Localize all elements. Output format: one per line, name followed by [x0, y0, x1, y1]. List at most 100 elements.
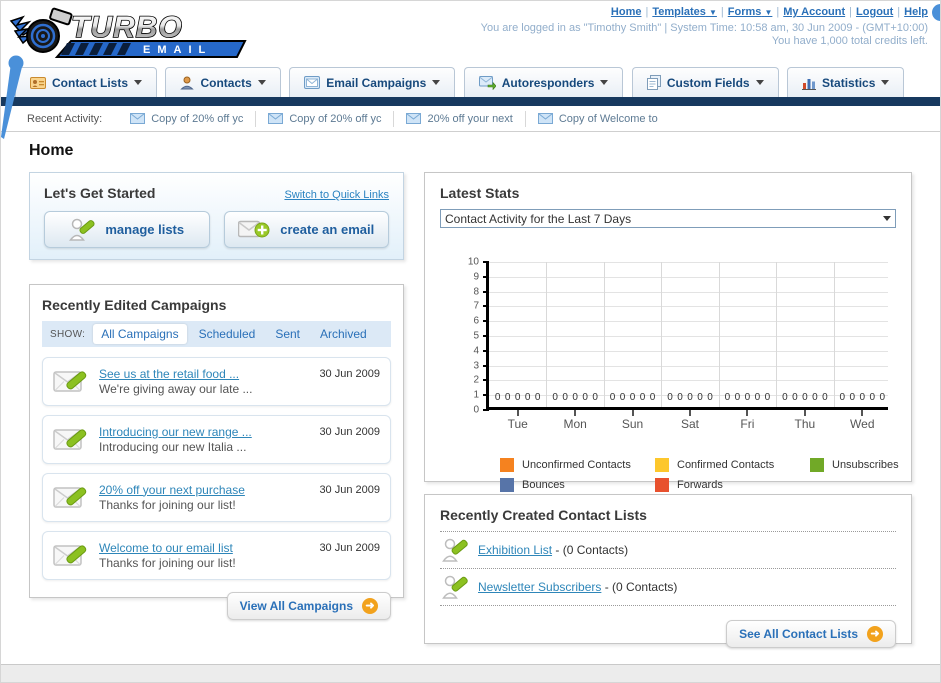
recent-activity-item[interactable]: Copy of 20% off yc [118, 110, 257, 127]
recent-activity-bar: Recent Activity: Copy of 20% off yc Copy… [1, 106, 940, 132]
contact-list-item[interactable]: Exhibition List - (0 Contacts) [440, 531, 896, 568]
page-title: Home [29, 142, 74, 159]
link-home[interactable]: Home [611, 6, 642, 18]
data-value-label: 0 [724, 392, 731, 403]
show-label: SHOW: [50, 328, 86, 340]
login-status: You are logged in as "Timothy Smith" | S… [480, 22, 928, 34]
x-day-label: Wed [850, 417, 875, 431]
chevron-down-icon [432, 80, 441, 85]
campaign-date: 30 Jun 2009 [319, 426, 380, 438]
x-tick [516, 410, 519, 416]
v-gridline [718, 262, 720, 407]
data-value-label: 0 [649, 392, 656, 403]
campaign-date: 30 Jun 2009 [319, 542, 380, 554]
data-value-label: 0 [524, 392, 531, 403]
data-value-label: 0 [859, 392, 866, 403]
link-my-account[interactable]: My Account [783, 6, 845, 18]
arrow-right-icon: ➜ [362, 598, 378, 614]
y-tick [483, 261, 489, 263]
link-help[interactable]: Help [904, 6, 928, 18]
stats-period-select[interactable]: Contact Activity for the Last 7 Days [440, 209, 896, 228]
chevron-down-icon [134, 80, 143, 85]
link-logout[interactable]: Logout [856, 6, 893, 18]
h-gridline [489, 321, 888, 323]
filter-tab-all-campaigns[interactable]: All Campaigns [93, 324, 187, 344]
nav-tab-statistics[interactable]: Statistics [787, 67, 905, 97]
data-value-label: 0 [869, 392, 876, 403]
bar-chart-icon [802, 78, 817, 90]
data-value-label: 0 [707, 392, 713, 403]
get-started-title: Let's Get Started [44, 185, 156, 201]
x-day-label: Sun [621, 417, 644, 431]
data-value-label: 0 [504, 392, 511, 403]
campaign-item[interactable]: 20% off your next purchase Thanks for jo… [42, 473, 391, 522]
h-gridline [489, 365, 888, 367]
filter-tab-archived[interactable]: Archived [312, 324, 375, 344]
y-tick [483, 275, 489, 278]
view-all-campaigns-button[interactable]: View All Campaigns ➜ [226, 592, 391, 620]
nav-tab-custom-fields[interactable]: Custom Fields [631, 67, 779, 97]
contact-activity-chart: 0 1 2 3 4 5 6 7 8 9 10 0 0 0 0 0 Tue 0 0 0 0 0 Mon 0 0 0 0 0 Sun 0 0 0 0… [440, 257, 896, 431]
filter-tab-sent[interactable]: Sent [267, 324, 308, 344]
recent-activity-item[interactable]: Copy of Welcome to [526, 111, 670, 127]
data-value-label: 0 [609, 392, 616, 403]
nav-tab-email-campaigns[interactable]: Email Campaigns [289, 67, 456, 97]
link-forms[interactable]: Forms ▼ [728, 6, 773, 18]
v-gridline [603, 262, 605, 407]
envelope-icon [304, 76, 321, 89]
right-column: Latest Stats Contact Activity for the La… [424, 172, 912, 648]
y-tick-label: 1 [473, 389, 479, 401]
data-value-label: 0 [687, 392, 693, 403]
legend-label: Confirmed Contacts [677, 459, 775, 471]
y-tick [483, 290, 489, 293]
chart-legend: Unconfirmed Contacts Confirmed Contacts Un… [500, 458, 899, 492]
recent-activity-item[interactable]: Copy of 20% off yc [256, 110, 395, 127]
contact-list-link[interactable]: Newsletter Subscribers [478, 580, 601, 594]
campaign-title-link[interactable]: Welcome to our email list [99, 541, 236, 556]
manage-lists-button[interactable]: manage lists [44, 211, 210, 248]
contact-list-link[interactable]: Exhibition List [478, 543, 552, 557]
legend-item: Unsubscribes [810, 458, 940, 472]
campaign-title-link[interactable]: See us at the retail food ... [99, 367, 252, 382]
contact-list-item[interactable]: Newsletter Subscribers - (0 Contacts) [440, 568, 896, 606]
nav-tab-contacts[interactable]: Contacts [165, 67, 281, 97]
y-tick [483, 394, 489, 397]
data-value-label: 0 [592, 392, 598, 403]
link-templates[interactable]: Templates ▼ [652, 6, 717, 18]
data-value-label: 0 [677, 392, 683, 403]
credits-status: You have 1,000 total credits left. [771, 35, 928, 47]
campaign-subtitle: Thanks for joining our list! [99, 497, 236, 512]
campaigns-title: Recently Edited Campaigns [42, 297, 227, 313]
data-value-label: 0 [697, 392, 703, 403]
chevron-down-icon [883, 216, 891, 221]
recent-activity-item[interactable]: 20% off your next [394, 110, 526, 127]
latest-stats-panel: Latest Stats Contact Activity for the La… [424, 172, 912, 492]
contact-lists-title: Recently Created Contact Lists [440, 507, 647, 523]
envelope-pencil-icon [53, 544, 87, 566]
create-email-button[interactable]: create an email [223, 211, 389, 248]
y-tick [483, 349, 489, 352]
campaign-title-link[interactable]: Introducing our new range ... [99, 425, 252, 440]
x-day-label: Sat [680, 417, 700, 431]
header: TURBO EMAIL Home | Templates ▼ | Forms ▼ | M [1, 1, 940, 61]
nav-tab-contact-lists[interactable]: Contact Lists [15, 67, 158, 97]
h-gridline [489, 291, 888, 293]
campaign-title-link[interactable]: 20% off your next purchase [99, 483, 245, 498]
campaign-item[interactable]: Introducing our new range ... Introducin… [42, 415, 391, 464]
contact-list-items: Exhibition List - (0 Contacts) Newslette… [440, 531, 896, 606]
contact-list-count: - (0 Contacts) [555, 543, 629, 557]
nav-tab-autoresponders[interactable]: Autoresponders [463, 67, 624, 97]
envelope-icon [268, 113, 284, 124]
x-day-label: Tue [507, 417, 528, 431]
y-tick-label: 6 [473, 315, 479, 327]
chevron-down-icon: ▼ [708, 8, 717, 17]
see-all-contact-lists-button[interactable]: See All Contact Lists ➜ [726, 620, 896, 648]
h-gridline [489, 262, 888, 263]
switch-to-quick-links[interactable]: Switch to Quick Links [284, 189, 389, 201]
campaign-item[interactable]: Welcome to our email list Thanks for joi… [42, 531, 391, 580]
left-column: Let's Get Started Switch to Quick Links [29, 172, 404, 620]
envelope-pencil-icon [53, 370, 87, 392]
contact-list-count: - (0 Contacts) [604, 580, 678, 594]
campaign-item[interactable]: See us at the retail food ... We're givi… [42, 357, 391, 406]
filter-tab-scheduled[interactable]: Scheduled [191, 324, 264, 344]
